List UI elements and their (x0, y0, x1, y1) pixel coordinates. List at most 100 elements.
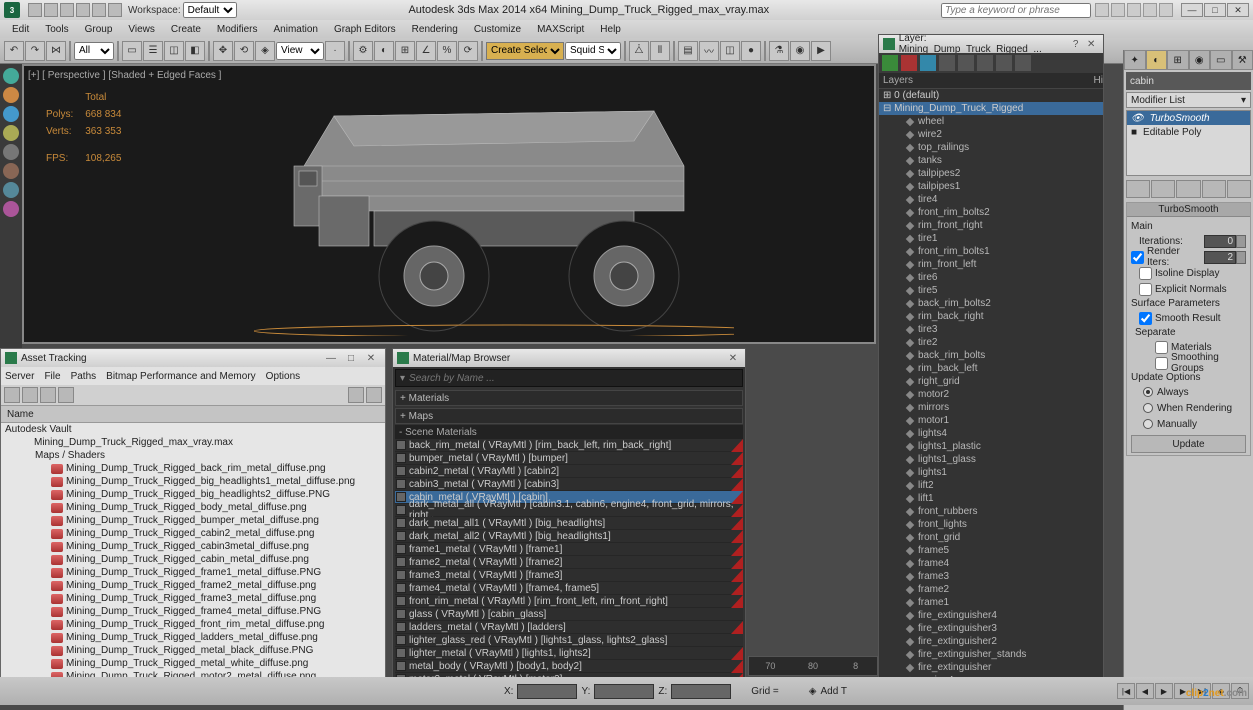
menu-tools[interactable]: Tools (37, 24, 76, 35)
help-search-input[interactable] (941, 3, 1091, 18)
layer-help-button[interactable]: ? (1068, 39, 1084, 50)
layer-row[interactable]: ⊞ 0 (default) (879, 89, 1103, 102)
display-tab[interactable]: ▭ (1210, 50, 1232, 70)
layer-row[interactable]: back_rim_bolts2 (879, 297, 1103, 310)
layer-row[interactable]: fire_extinguisher2 (879, 635, 1103, 648)
configure-button[interactable] (1227, 180, 1251, 198)
render-button[interactable]: ▶ (811, 41, 831, 61)
menu-rendering[interactable]: Rendering (404, 24, 466, 35)
at-tb-4[interactable] (58, 387, 74, 403)
menu-animation[interactable]: Animation (265, 24, 325, 35)
minimize-button[interactable]: — (1181, 3, 1203, 17)
qat-redo-icon[interactable] (92, 3, 106, 17)
layer-manager-button[interactable]: ▤ (678, 41, 698, 61)
window-crossing-button[interactable]: ◧ (185, 41, 205, 61)
sep-materials-checkbox[interactable] (1155, 341, 1168, 354)
layer-row[interactable]: tire6 (879, 271, 1103, 284)
sep-smoothing-checkbox[interactable] (1155, 357, 1168, 370)
unique-button[interactable] (1176, 180, 1200, 198)
update-render-radio[interactable] (1143, 403, 1153, 413)
qat-save-icon[interactable] (60, 3, 74, 17)
modifier-list-dropdown[interactable]: Modifier List▾ (1126, 92, 1251, 108)
layer-row[interactable]: rim_back_left (879, 362, 1103, 375)
at-tb-2[interactable] (22, 387, 38, 403)
layer-row[interactable]: right_grid (879, 375, 1103, 388)
layer-row[interactable]: frame1 (879, 596, 1103, 609)
layer-row[interactable]: lights1 (879, 466, 1103, 479)
move-button[interactable]: ✥ (213, 41, 233, 61)
manipulate-button[interactable]: ⚙ (353, 41, 373, 61)
curve-editor-button[interactable]: 〰 (699, 41, 719, 61)
material-item[interactable]: bumper_metal ( VRayMtl ) [bumper] (395, 452, 743, 465)
iterations-spinner[interactable]: 0 (1204, 235, 1236, 248)
asset-tree-row[interactable]: Mining_Dump_Truck_Rigged_metal_black_dif… (1, 644, 385, 657)
layer-row[interactable]: front_lights (879, 518, 1103, 531)
material-item[interactable]: ladders_metal ( VRayMtl ) [ladders] (395, 621, 743, 634)
ribbon-btn-2[interactable] (3, 87, 19, 103)
rotate-button[interactable]: ⟲ (234, 41, 254, 61)
layer-row[interactable]: tire2 (879, 336, 1103, 349)
material-item[interactable]: dark_metal_all ( VRayMtl ) [cabin3.1, ca… (395, 504, 743, 517)
select-button[interactable]: ▭ (122, 41, 142, 61)
menu-create[interactable]: Create (163, 24, 209, 35)
redo-button[interactable]: ↷ (25, 41, 45, 61)
at-tb-1[interactable] (4, 387, 20, 403)
render-iters-checkbox[interactable] (1131, 251, 1144, 264)
goto-start-button[interactable]: |◀ (1117, 683, 1135, 699)
ribbon-btn-3[interactable] (3, 106, 19, 122)
layer-freeze-button[interactable] (996, 55, 1012, 71)
menu-group[interactable]: Group (77, 24, 121, 35)
layer-add-button[interactable] (920, 55, 936, 71)
named-selection-dropdown[interactable]: Create Selection Se (486, 42, 564, 60)
layer-row[interactable]: lift2 (879, 479, 1103, 492)
qat-link-icon[interactable] (108, 3, 122, 17)
smooth-checkbox[interactable] (1139, 312, 1152, 325)
material-item[interactable]: cabin3_metal ( VRayMtl ) [cabin3] (395, 478, 743, 491)
at-menu-server[interactable]: Server (5, 371, 34, 382)
menu-customize[interactable]: Customize (466, 24, 529, 35)
schematic-button[interactable]: ◫ (720, 41, 740, 61)
update-button[interactable]: Update (1131, 435, 1246, 453)
layer-select-button[interactable] (939, 55, 955, 71)
at-menu-file[interactable]: File (44, 371, 60, 382)
material-editor-button[interactable]: ● (741, 41, 761, 61)
angle-snap-button[interactable]: ∠ (416, 41, 436, 61)
material-item[interactable]: frame3_metal ( VRayMtl ) [frame3] (395, 569, 743, 582)
viewport-label[interactable]: [+] [ Perspective ] [Shaded + Edged Face… (28, 70, 221, 81)
layer-row[interactable]: frame4 (879, 557, 1103, 570)
mirror-button[interactable]: ⧊ (629, 41, 649, 61)
layer-row[interactable]: wheel (879, 115, 1103, 128)
render-iters-spinner[interactable]: 2 (1204, 251, 1236, 264)
layers-column-hide[interactable]: Hi (1094, 75, 1103, 86)
y-coord-input[interactable] (594, 684, 654, 699)
layer-row[interactable]: lights4 (879, 427, 1103, 440)
snap-button[interactable]: ⊞ (395, 41, 415, 61)
layer-row[interactable]: frame2 (879, 583, 1103, 596)
material-item[interactable]: dark_metal_all1 ( VRayMtl ) [big_headlig… (395, 517, 743, 530)
utilities-tab[interactable]: ⚒ (1232, 50, 1253, 70)
at-menu-paths[interactable]: Paths (71, 371, 97, 382)
isoline-checkbox[interactable] (1139, 267, 1152, 280)
material-search-input[interactable]: ▾ Search by Name ... (395, 369, 743, 387)
layer-row[interactable]: rim_front_left (879, 258, 1103, 271)
layer-row[interactable]: ⊟ Mining_Dump_Truck_Rigged (879, 102, 1103, 115)
layer-row[interactable]: rim_front_right (879, 219, 1103, 232)
favorites-icon[interactable] (1143, 3, 1157, 17)
material-item[interactable]: frame4_metal ( VRayMtl ) [frame4, frame5… (395, 582, 743, 595)
asset-tree-row[interactable]: Mining_Dump_Truck_Rigged_frame3_metal_di… (1, 592, 385, 605)
asset-tree-row[interactable]: Mining_Dump_Truck_Rigged_back_rim_metal_… (1, 462, 385, 475)
material-item[interactable]: cabin2_metal ( VRayMtl ) [cabin2] (395, 465, 743, 478)
layer-row[interactable]: tire1 (879, 232, 1103, 245)
ribbon-btn-7[interactable] (3, 182, 19, 198)
ribbon-btn-1[interactable] (3, 68, 19, 84)
show-end-button[interactable] (1151, 180, 1175, 198)
layer-row[interactable]: tailpipes2 (879, 167, 1103, 180)
layer-row[interactable]: front_grid (879, 531, 1103, 544)
ribbon-btn-8[interactable] (3, 201, 19, 217)
menu-modifiers[interactable]: Modifiers (209, 24, 266, 35)
materials-category[interactable]: + Materials (395, 390, 743, 406)
menu-help[interactable]: Help (592, 24, 629, 35)
selection-filter-dropdown[interactable]: All (74, 42, 114, 60)
percent-snap-button[interactable]: % (437, 41, 457, 61)
menu-maxscript[interactable]: MAXScript (529, 24, 592, 35)
